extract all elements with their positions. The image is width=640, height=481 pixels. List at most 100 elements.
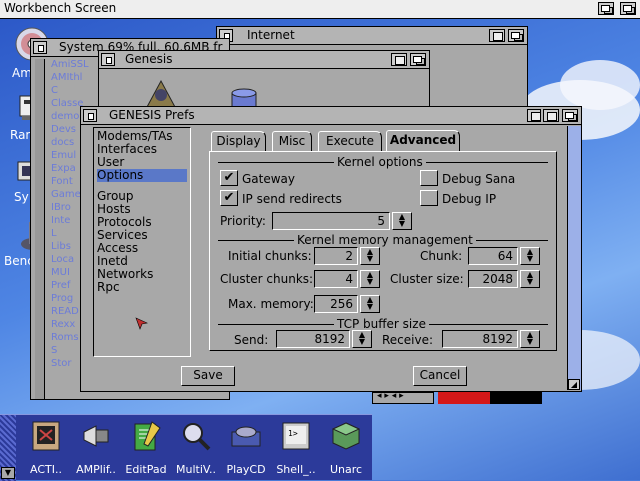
screen-title: Workbench Screen <box>4 1 117 15</box>
cd-player-icon <box>230 420 262 452</box>
chunk-label: Chunk: <box>420 249 463 263</box>
initial-chunks-stepper[interactable]: ▲ ▼ <box>360 247 380 265</box>
right-scrollbar[interactable] <box>567 126 581 390</box>
category-item[interactable]: Rpc <box>97 281 187 294</box>
depth-icon[interactable] <box>562 109 578 122</box>
megaphone-icon <box>80 420 112 452</box>
dock-item-label: AMPlif.. <box>76 463 116 476</box>
svg-text:1>: 1> <box>288 429 298 438</box>
left-scrollbar[interactable] <box>35 59 45 399</box>
priority-stepper[interactable]: ▲ ▼ <box>392 212 412 230</box>
red-color-swatch <box>438 392 490 404</box>
dock-item-label: Shell_.. <box>276 463 316 476</box>
screen-depth-icon[interactable] <box>598 2 614 15</box>
close-icon[interactable] <box>33 41 47 54</box>
gateway-checkbox[interactable]: ✔ <box>220 170 238 186</box>
dock-item-label: EditPad <box>125 463 167 476</box>
iconify-icon[interactable] <box>527 109 541 122</box>
save-button[interactable]: Save <box>181 366 235 386</box>
initial-chunks-field[interactable]: 2 <box>314 247 358 265</box>
cluster-chunks-label: Cluster chunks: <box>220 272 314 286</box>
group-title: Kernel memory management <box>294 233 476 247</box>
acti-icon <box>30 420 62 452</box>
tab-misc[interactable]: Misc <box>272 131 312 151</box>
desktop-icon-label: Sy <box>14 190 29 204</box>
priority-label: Priority: <box>220 214 266 228</box>
horizontal-scroll-arrows[interactable]: ◂ ▸ ◂ ▸ <box>372 391 434 404</box>
window-title: Genesis <box>125 52 173 66</box>
send-stepper[interactable]: ▲ ▼ <box>352 330 372 348</box>
gateway-label: Gateway <box>242 172 296 186</box>
chunk-field[interactable]: 64 <box>468 247 518 265</box>
debug-ip-checkbox[interactable] <box>420 190 438 206</box>
dock-item-shell[interactable]: 1> Shell_.. <box>268 416 324 478</box>
max-memory-stepper[interactable]: ▲ ▼ <box>360 295 380 313</box>
mouse-pointer-icon <box>135 317 149 331</box>
debug-sana-checkbox[interactable] <box>420 170 438 186</box>
cluster-chunks-stepper[interactable]: ▲ ▼ <box>360 270 380 288</box>
max-memory-label: Max. memory: <box>228 297 314 311</box>
screen-title-bar: Workbench Screen <box>0 0 640 19</box>
dock-item-multiview[interactable]: MultiV.. <box>168 416 224 478</box>
dock-item-acti[interactable]: ACTI.. <box>18 416 74 478</box>
send-label: Send: <box>234 333 269 347</box>
dock-item-unarc[interactable]: Unarc <box>318 416 374 478</box>
dock-item-label: Unarc <box>329 463 363 476</box>
cluster-size-field[interactable]: 2048 <box>468 270 518 288</box>
cancel-button[interactable]: Cancel <box>413 366 467 386</box>
category-item[interactable]: Options <box>97 169 187 182</box>
directory-entry[interactable]: AMIthl <box>51 71 101 84</box>
dock-item-editpad[interactable]: EditPad <box>118 416 174 478</box>
ip-send-redirects-checkbox[interactable]: ✔ <box>220 190 238 206</box>
receive-label: Receive: <box>382 333 434 347</box>
ip-send-redirects-label: IP send redirects <box>242 192 342 206</box>
tab-execute[interactable]: Execute <box>318 131 382 151</box>
group-title: Kernel options <box>334 155 426 169</box>
dock-menu-icon[interactable]: ▼ <box>1 467 15 479</box>
tab-advanced[interactable]: Advanced <box>386 130 460 151</box>
kernel-options-group: Kernel options <box>218 155 548 169</box>
cluster-chunks-field[interactable]: 4 <box>314 270 358 288</box>
zoom-icon[interactable] <box>543 109 559 122</box>
dock-item-playcd[interactable]: PlayCD <box>218 416 274 478</box>
directory-entry[interactable]: C <box>51 84 101 97</box>
memory-group: Kernel memory management <box>218 233 548 247</box>
cluster-size-stepper[interactable]: ▲ ▼ <box>520 270 540 288</box>
tab-display[interactable]: Display <box>211 131 266 151</box>
notepad-icon <box>130 420 162 452</box>
desktop-icon-label: Am <box>12 66 32 80</box>
window-title: GENESIS Prefs <box>109 108 195 122</box>
zoom-icon[interactable] <box>489 29 505 42</box>
send-field[interactable]: 8192 <box>276 330 350 348</box>
screen-depth-icon-2[interactable] <box>620 2 636 15</box>
black-color-swatch <box>490 392 542 404</box>
directory-entry[interactable]: AmiSSL <box>51 58 101 71</box>
magnifier-icon <box>180 420 212 452</box>
cluster-size-label: Cluster size: <box>390 272 464 286</box>
debug-ip-label: Debug IP <box>442 192 497 206</box>
initial-chunks-label: Initial chunks: <box>228 249 312 263</box>
tcp-buffer-group: TCP buffer size <box>218 317 548 331</box>
chunk-stepper[interactable]: ▲ ▼ <box>520 247 540 265</box>
zoom-icon[interactable] <box>391 53 407 66</box>
advanced-panel: Kernel options ✔ Gateway ✔ IP send redir… <box>209 151 557 351</box>
receive-stepper[interactable]: ▲ ▼ <box>520 330 540 348</box>
dock-item-label: PlayCD <box>226 463 266 476</box>
close-icon[interactable] <box>101 53 115 66</box>
box-icon <box>330 420 362 452</box>
window-title: Internet <box>247 28 295 42</box>
debug-sana-label: Debug Sana <box>442 172 516 186</box>
resize-icon[interactable]: ◢ <box>568 379 580 390</box>
dock-item-label: ACTI.. <box>30 463 62 476</box>
receive-field[interactable]: 8192 <box>442 330 518 348</box>
close-icon[interactable] <box>83 109 97 122</box>
group-title: TCP buffer size <box>334 317 429 331</box>
shell-icon: 1> <box>280 420 312 452</box>
depth-icon[interactable] <box>508 29 524 42</box>
depth-icon[interactable] <box>410 53 426 66</box>
dock-item-amplifier[interactable]: AMPlif.. <box>68 416 124 478</box>
max-memory-field[interactable]: 256 <box>314 295 358 313</box>
dock-item-label: MultiV.. <box>176 463 216 476</box>
priority-field[interactable]: 5 <box>272 212 390 230</box>
genesis-prefs-window[interactable]: GENESIS Prefs ◢ Modems/TAs Interfaces User… <box>80 106 582 392</box>
